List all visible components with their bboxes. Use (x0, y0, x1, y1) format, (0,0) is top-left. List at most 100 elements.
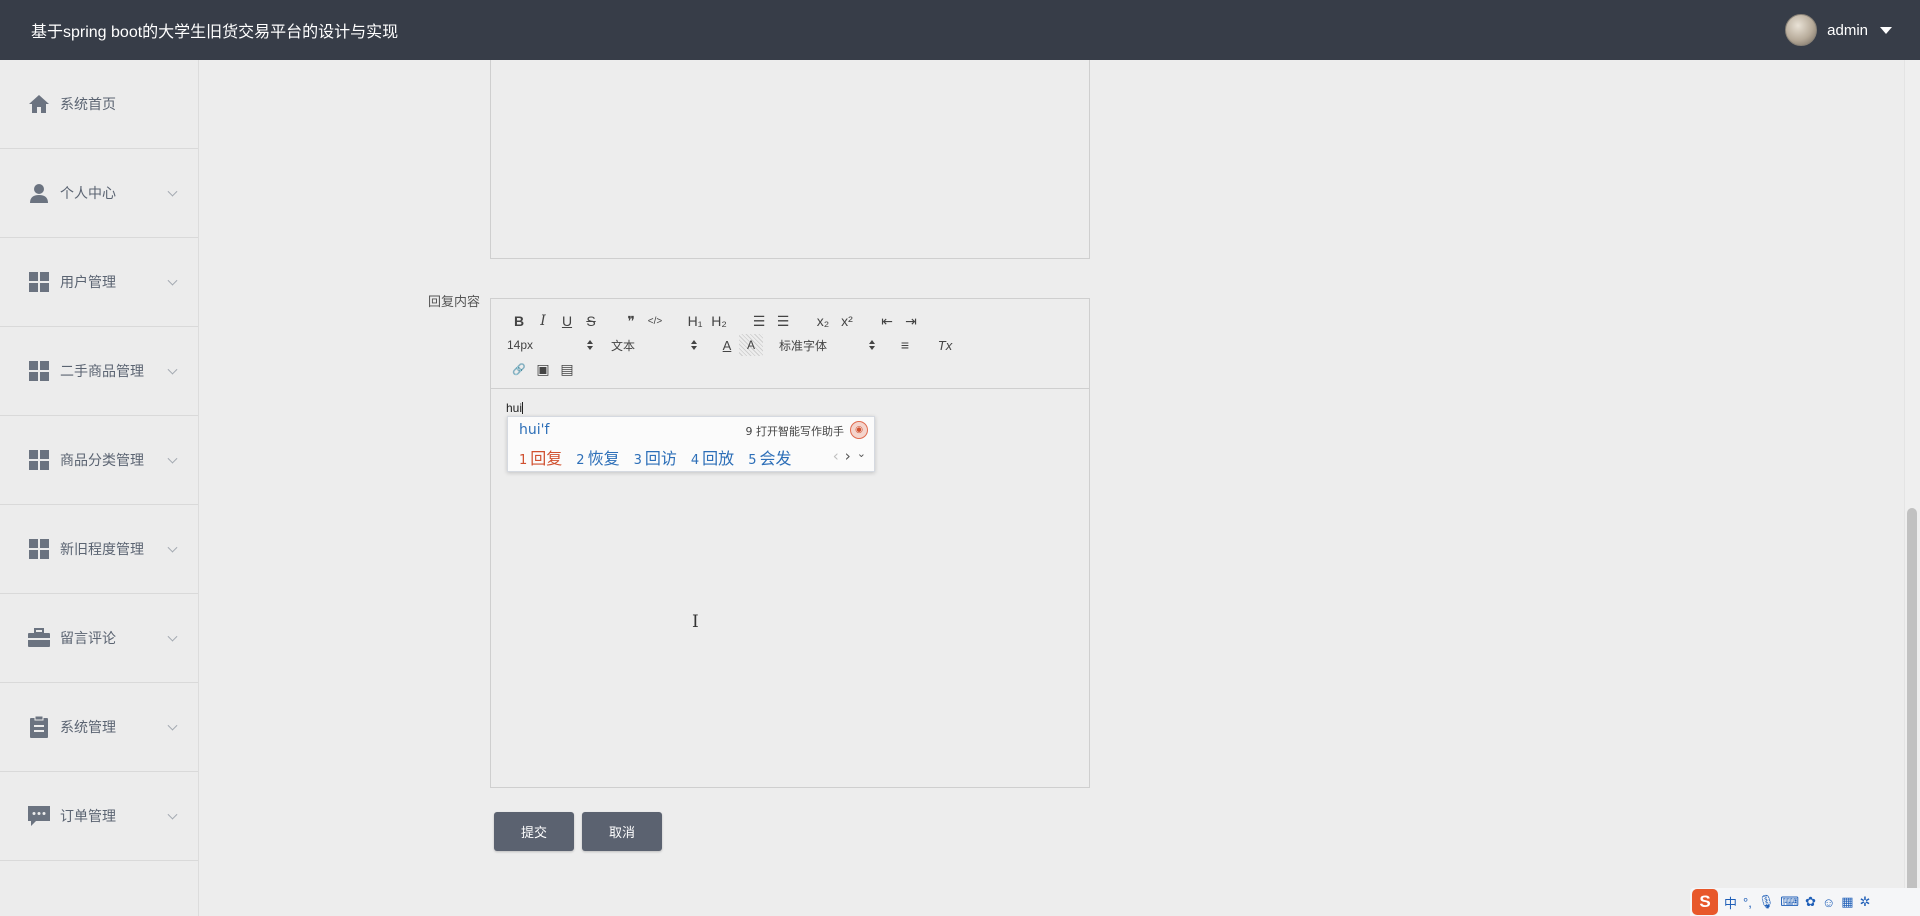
ime-candidate[interactable]: 2 恢复 (576, 445, 619, 469)
select-arrows-icon (587, 340, 593, 350)
sidebar-item-label: 用户管理 (60, 274, 116, 290)
font-family-value: 标准字体 (779, 338, 828, 353)
editor-typed-text: hui (506, 401, 523, 415)
sidebar-item-goods[interactable]: 二手商品管理 (0, 327, 198, 416)
clipboard-icon (28, 716, 50, 738)
submit-button[interactable]: 提交 (494, 812, 574, 851)
ime-candidate[interactable]: 4 回放 (691, 445, 734, 469)
person-icon (28, 182, 50, 204)
grid-icon (28, 360, 50, 382)
sidebar-item-system[interactable]: 系统管理 (0, 683, 198, 772)
chevron-down-icon (167, 720, 178, 731)
sidebar-item-home[interactable]: 系统首页 (0, 60, 198, 149)
settings-icon[interactable]: ✲ (1860, 894, 1871, 910)
ime-candidate[interactable]: 3 回访 (634, 445, 677, 469)
background-color-button[interactable]: A (739, 334, 763, 356)
ibeam-cursor-icon: I (692, 612, 699, 632)
code-block-button[interactable]: </> (643, 310, 667, 332)
ime-candidate-list: 1 回复 2 恢复 3 回访 4 回放 5 会发 (519, 445, 791, 469)
font-size-value: 14px (507, 338, 534, 352)
header-select[interactable]: 文本 (611, 337, 697, 354)
header-select-value: 文本 (611, 338, 636, 353)
sidebar-item-comments[interactable]: 留言评论 (0, 594, 198, 683)
editor-toolbar: B I U S ❞ </> H₁ H₂ ☰ ☰ x₂ x² ⇤ ⇥ 14px 文… (491, 299, 1089, 389)
sidebar-item-label: 留言评论 (60, 630, 116, 646)
microphone-icon[interactable]: 🎙 (1758, 894, 1775, 910)
sidebar-item-label: 订单管理 (60, 808, 116, 824)
select-arrows-icon (869, 340, 875, 350)
ime-expand-icon[interactable]: ⌄ (857, 447, 866, 465)
chevron-down-icon (167, 453, 178, 464)
bold-button[interactable]: B (507, 310, 531, 332)
font-family-select[interactable]: 标准字体 (779, 337, 875, 354)
ime-candidate[interactable]: 1 回复 (519, 445, 562, 469)
ime-candidate[interactable]: 5 会发 (748, 445, 791, 469)
chevron-down-icon (167, 631, 178, 642)
h1-button[interactable]: H₁ (683, 310, 707, 332)
strike-button[interactable]: S (579, 310, 603, 332)
sidebar-item-categories[interactable]: 商品分类管理 (0, 416, 198, 505)
font-color-button[interactable]: A (715, 334, 739, 356)
avatar[interactable] (1785, 14, 1818, 46)
sogou-ime-icon[interactable]: S (1692, 889, 1718, 915)
user-menu[interactable]: admin (1785, 14, 1892, 46)
briefcase-icon (28, 627, 50, 649)
sidebar-item-orders[interactable]: 订单管理 (0, 772, 198, 861)
h2-button[interactable]: H₂ (707, 310, 731, 332)
chevron-down-icon (167, 364, 178, 375)
sidebar: 系统首页 个人中心 用户管理 二手商品管理 商品分类管理 新旧程度管理 留言评论… (0, 60, 199, 916)
video-button[interactable]: ▤ (555, 358, 579, 380)
sidebar-item-users[interactable]: 用户管理 (0, 238, 198, 327)
ime-writing-assistant-hint[interactable]: 9 打开智能写作助手 (746, 423, 845, 439)
home-icon (28, 93, 50, 115)
grid-menu-icon[interactable]: ▦ (1841, 894, 1853, 910)
toolbar-row-formatting: B I U S ❞ </> H₁ H₂ ☰ ☰ x₂ x² ⇤ ⇥ (507, 309, 1075, 333)
indent-button[interactable]: ⇥ (899, 310, 923, 332)
ime-pinyin: hui'f (519, 422, 550, 438)
reply-editor[interactable]: B I U S ❞ </> H₁ H₂ ☰ ☰ x₂ x² ⇤ ⇥ 14px 文… (490, 298, 1090, 788)
ime-next-page-icon[interactable]: › (845, 447, 851, 465)
ime-prev-page-icon[interactable]: ‹ (833, 447, 839, 465)
ime-assistant-icon[interactable]: ◉ (850, 421, 868, 439)
ime-nav: ‹ › ⌄ (833, 447, 866, 465)
ordered-list-button[interactable]: ☰ (747, 310, 771, 332)
font-size-select[interactable]: 14px (507, 338, 593, 352)
sidebar-item-label: 商品分类管理 (60, 452, 144, 468)
blockquote-button[interactable]: ❞ (619, 310, 643, 332)
align-button[interactable]: ≡ (893, 334, 917, 356)
chevron-down-icon (167, 809, 178, 820)
username[interactable]: admin (1827, 22, 1868, 39)
link-button[interactable]: 🔗 (507, 358, 531, 380)
toolbar-row-selects: 14px 文本 A A 标准字体 ≡ Tx (507, 333, 1075, 357)
sidebar-item-label: 系统首页 (60, 96, 116, 112)
sidebar-item-label: 个人中心 (60, 185, 116, 201)
italic-button[interactable]: I (531, 310, 555, 332)
superscript-button[interactable]: x² (835, 310, 859, 332)
punctuation-icon[interactable]: °, (1743, 895, 1752, 910)
subscript-button[interactable]: x₂ (811, 310, 835, 332)
ime-toolbar: S 中 °, 🎙 ⌨ ✿ ☺ ▦ ✲ (1690, 888, 1920, 916)
outdent-button[interactable]: ⇤ (875, 310, 899, 332)
skin-icon[interactable]: ✿ (1805, 894, 1816, 910)
scrollbar-thumb[interactable] (1907, 508, 1917, 916)
cancel-button[interactable]: 取消 (582, 812, 662, 851)
keyboard-icon[interactable]: ⌨ (1780, 894, 1799, 910)
bullet-list-button[interactable]: ☰ (771, 310, 795, 332)
clean-format-button[interactable]: Tx (933, 334, 957, 356)
sidebar-item-profile[interactable]: 个人中心 (0, 149, 198, 238)
previous-field-box[interactable] (490, 60, 1090, 259)
ime-hint-number: 9 (745, 425, 753, 438)
robot-icon[interactable]: ☺ (1822, 895, 1835, 910)
sidebar-item-condition[interactable]: 新旧程度管理 (0, 505, 198, 594)
grid-icon (28, 271, 50, 293)
sidebar-item-label: 系统管理 (60, 719, 116, 735)
toolbar-row-media: 🔗 ▣ ▤ (507, 357, 1075, 381)
page-scrollbar[interactable] (1904, 60, 1920, 916)
reply-content-label: 回复内容 (427, 294, 480, 309)
ime-language-indicator[interactable]: 中 (1724, 893, 1737, 912)
caret-down-icon[interactable] (1880, 26, 1892, 34)
image-button[interactable]: ▣ (531, 358, 555, 380)
text-caret (522, 402, 524, 414)
top-header: 基于spring boot的大学生旧货交易平台的设计与实现 admin (0, 0, 1920, 60)
underline-button[interactable]: U (555, 310, 579, 332)
